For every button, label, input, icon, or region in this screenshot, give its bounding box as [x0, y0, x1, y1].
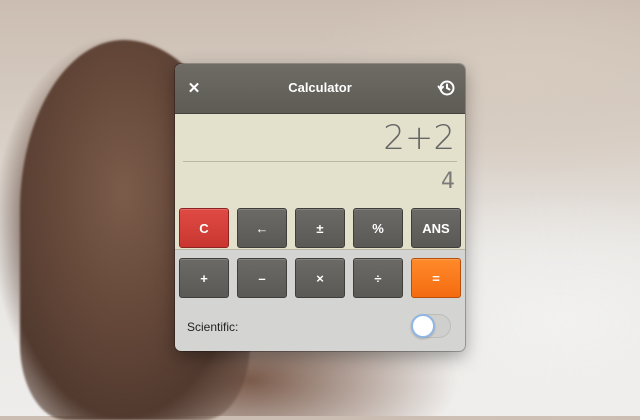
result-value: 4 — [441, 169, 455, 194]
percent-button[interactable]: % — [353, 208, 403, 248]
display-divider — [183, 161, 457, 162]
clear-button[interactable]: C — [179, 208, 229, 248]
expression-input[interactable]: 2+2 — [383, 118, 455, 158]
subtract-button[interactable]: – — [237, 258, 287, 298]
multiply-button[interactable]: × — [295, 258, 345, 298]
window-title: Calculator — [288, 80, 352, 95]
scientific-toggle[interactable] — [411, 314, 451, 338]
titlebar: ✕ Calculator — [175, 64, 465, 114]
calculator-window: ✕ Calculator 2+2 4 C ← ± % ANS + – × ÷ =… — [175, 64, 465, 351]
toggle-knob[interactable] — [411, 314, 435, 338]
divide-button[interactable]: ÷ — [353, 258, 403, 298]
ans-button[interactable]: ANS — [411, 208, 461, 248]
plus-minus-button[interactable]: ± — [295, 208, 345, 248]
backspace-button[interactable]: ← — [237, 208, 287, 248]
equals-button[interactable]: = — [411, 258, 461, 298]
add-button[interactable]: + — [179, 258, 229, 298]
scientific-label: Scientific: — [187, 320, 239, 334]
history-icon[interactable] — [435, 77, 457, 99]
